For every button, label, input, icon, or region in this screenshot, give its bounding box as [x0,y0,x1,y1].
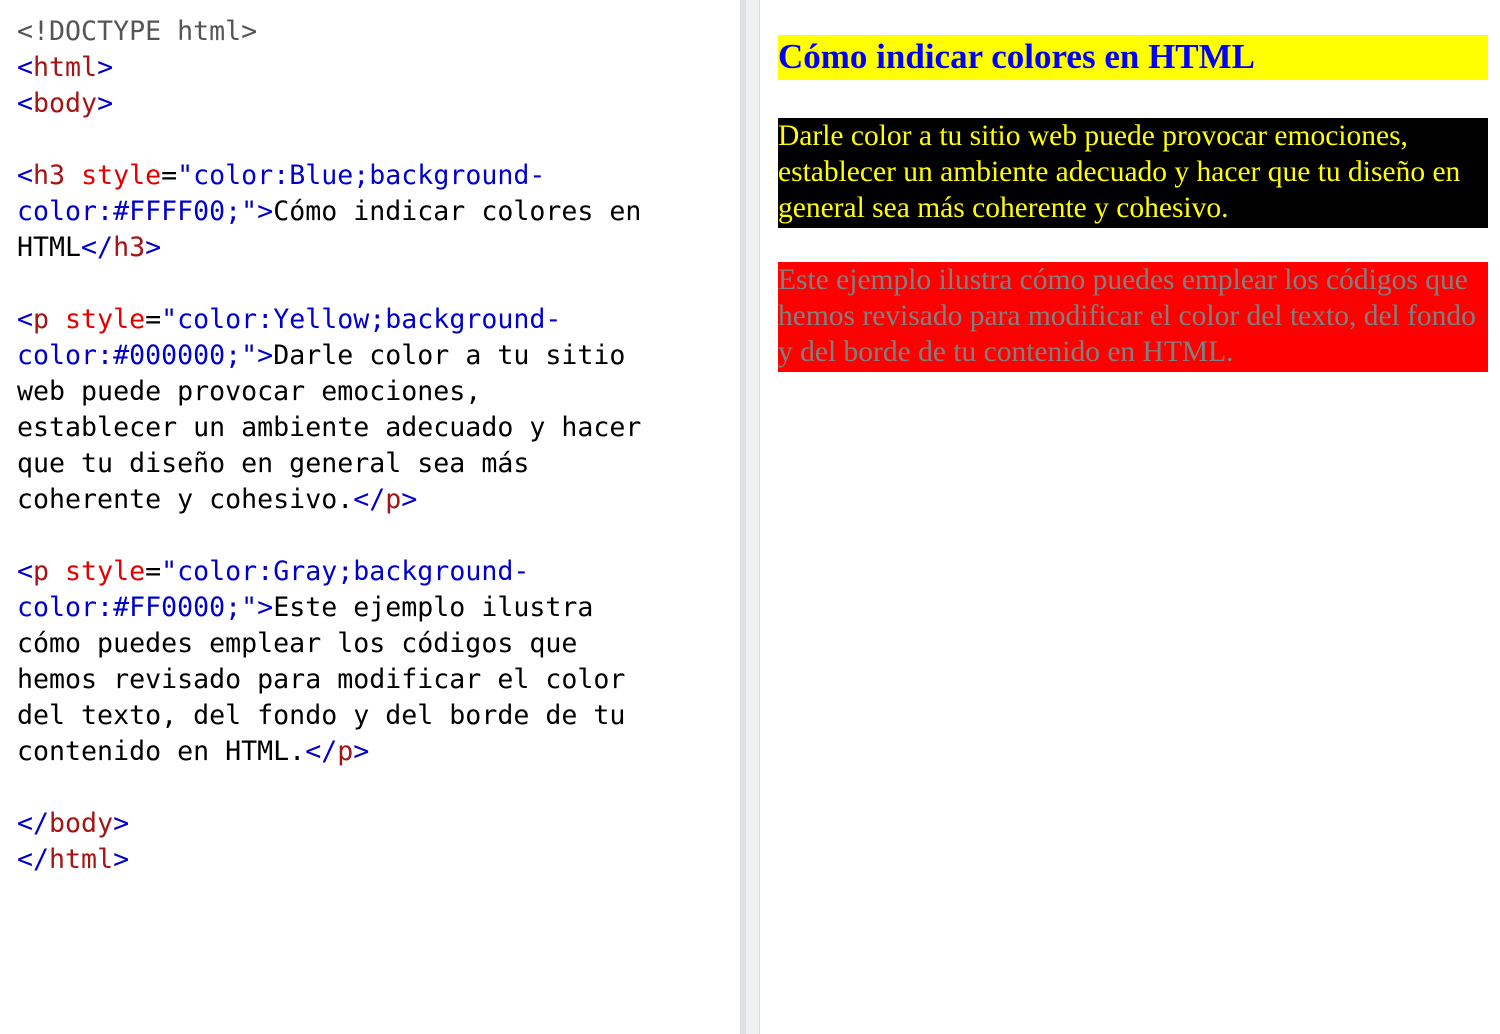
code-token-bracket: > [257,592,274,623]
code-line[interactable]: HTML</h3> [17,230,740,266]
code-token-text: coherente y cohesivo. [17,484,354,515]
code-token-bracket: </ [17,844,50,875]
code-line[interactable]: <html> [17,50,740,86]
code-line[interactable]: contenido en HTML.</p> [17,734,740,770]
code-line[interactable]: color:#FFFF00;">Cómo indicar colores en [17,194,740,230]
code-editor[interactable]: <!DOCTYPE html> <html> <body> <h3 style="co… [0,0,740,1034]
code-line[interactable]: color:#000000;">Darle color a tu sitio [17,338,740,374]
code-line[interactable]: del texto, del fondo y del borde de tu [17,698,740,734]
code-token-tag: p [385,484,402,515]
code-token-value: "color:Yellow;background- [161,304,562,335]
code-token-bracket: > [97,52,114,83]
code-line[interactable]: <body> [17,86,740,122]
code-token-text: establecer un ambiente adecuado y hacer [17,412,642,443]
code-line[interactable] [17,518,740,554]
code-token-text: del texto, del fondo y del borde de tu [17,700,626,731]
code-line[interactable]: cómo puedes emplear los códigos que [17,626,740,662]
code-token-value: color:#FFFF00;" [17,196,258,227]
code-token-bracket: < [17,160,34,191]
code-line[interactable]: </body> [17,806,740,842]
code-line[interactable]: color:#FF0000;">Este ejemplo ilustra [17,590,740,626]
code-token-eq: = [145,304,162,335]
code-token-value: "color:Gray;background- [161,556,530,587]
code-token-text: web puede provocar emociones, [17,376,482,407]
code-token-bracket: > [401,484,418,515]
code-token-text: Este ejemplo ilustra [273,592,594,623]
code-token-tag: h3 [33,160,82,191]
code-token-tag: p [337,736,354,767]
code-line[interactable]: <h3 style="color:Blue;background- [17,158,740,194]
code-line[interactable]: <!DOCTYPE html> [17,14,740,50]
code-token-value: color:#FF0000;" [17,592,258,623]
code-token-text: contenido en HTML. [17,736,306,767]
code-token-tag: p [33,556,66,587]
code-token-attr: style [81,160,162,191]
code-line[interactable]: web puede provocar emociones, [17,374,740,410]
code-token-bracket: > [97,88,114,119]
preview-paragraph-red: Este ejemplo ilustra cómo puedes emplear… [778,262,1488,372]
code-token-text: Cómo indicar colores en [273,196,642,227]
code-line[interactable] [17,122,740,158]
code-token-bracket: < [17,556,34,587]
code-token-text: HTML [17,232,82,263]
code-token-eq: = [161,160,178,191]
code-token-tag: h3 [113,232,146,263]
code-token-bracket: > [113,808,130,839]
code-line[interactable] [17,266,740,302]
code-line[interactable]: que tu diseño en general sea más [17,446,740,482]
code-line[interactable]: <p style="color:Yellow;background- [17,302,740,338]
code-token-tag: p [33,304,66,335]
code-token-bracket: < [17,52,34,83]
code-line[interactable]: <p style="color:Gray;background- [17,554,740,590]
code-token-attr: style [65,556,146,587]
code-token-bracket: > [145,232,162,263]
code-token-eq: = [145,556,162,587]
preview-pane: Cómo indicar colores en HTML Darle color… [760,0,1500,1034]
code-token-bracket: > [257,196,274,227]
code-token-bracket: > [353,736,370,767]
code-token-bracket: < [17,304,34,335]
code-line[interactable]: establecer un ambiente adecuado y hacer [17,410,740,446]
pane-splitter[interactable] [740,0,760,1034]
code-token-tag: body [49,808,114,839]
code-token-attr: style [65,304,146,335]
code-token-value: "color:Blue;background- [177,160,546,191]
code-token-bracket: </ [81,232,114,263]
preview-heading: Cómo indicar colores en HTML [778,35,1488,80]
code-line[interactable]: coherente y cohesivo.</p> [17,482,740,518]
code-token-text: cómo puedes emplear los códigos que [17,628,578,659]
code-token-bracket: </ [305,736,338,767]
code-token-bracket: > [257,340,274,371]
code-token-doctype: <!DOCTYPE html> [17,16,258,47]
code-line[interactable]: </html> [17,842,740,878]
code-token-bracket: > [113,844,130,875]
code-token-text: Darle color a tu sitio [273,340,626,371]
code-token-bracket: </ [17,808,50,839]
code-token-value: color:#000000;" [17,340,258,371]
preview-paragraph-black: Darle color a tu sitio web puede provoca… [778,118,1488,228]
code-token-text: hemos revisado para modificar el color [17,664,626,695]
code-playground: <!DOCTYPE html> <html> <body> <h3 style="co… [0,0,1500,1034]
code-token-text: que tu diseño en general sea más [17,448,530,479]
code-token-bracket: </ [353,484,386,515]
code-token-bracket: < [17,88,34,119]
splitter-grip[interactable] [741,0,746,1034]
code-token-tag: html [49,844,114,875]
code-line[interactable] [17,770,740,806]
code-token-tag: body [33,88,98,119]
code-line[interactable]: hemos revisado para modificar el color [17,662,740,698]
code-token-tag: html [33,52,98,83]
